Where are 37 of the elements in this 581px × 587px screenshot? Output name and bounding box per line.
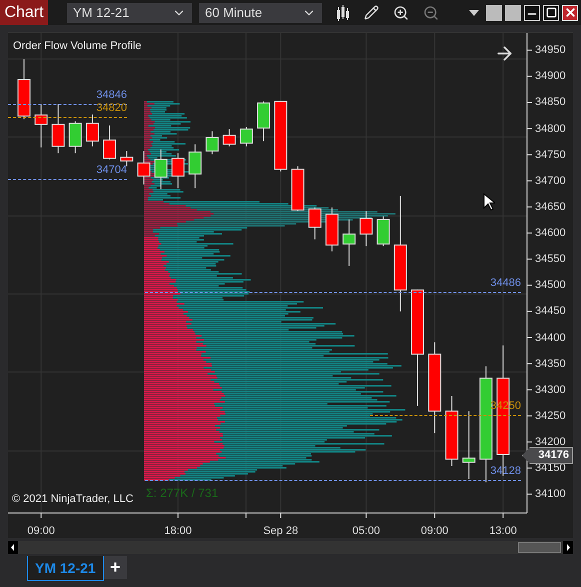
price-axis-label: 34550 <box>535 253 566 266</box>
time-axis-label: 05:00 <box>352 524 380 539</box>
price-axis-label: 34400 <box>535 332 566 344</box>
instrument-dropdown[interactable]: YM 12-21 <box>67 2 192 22</box>
time-axis-label: 09:00 <box>27 524 55 539</box>
price-level-label: 34250 <box>490 400 521 412</box>
price-axis-label: 34500 <box>535 279 566 292</box>
price-axis-label: 34850 <box>535 96 566 108</box>
price-axis-label: 34250 <box>535 410 566 422</box>
price-axis-label: 34800 <box>535 122 566 135</box>
price-level-label: 34704 <box>96 164 127 176</box>
price-level-label: 34820 <box>96 102 127 114</box>
time-axis-label: 18:00 <box>164 524 192 539</box>
price-axis-label: 34300 <box>535 384 566 396</box>
price-level-label: 34486 <box>490 277 521 289</box>
price-axis-label: 34200 <box>535 436 566 448</box>
copyright-text: © 2021 NinjaTrader, LLC <box>12 492 134 507</box>
price-axis-label: 34350 <box>535 358 566 370</box>
price-axis-label: 34100 <box>535 488 566 500</box>
price-axis-label: 34950 <box>535 44 566 56</box>
price-axis-label: 34750 <box>535 148 566 161</box>
profile-total-label: Σ: 277K / 731 <box>146 485 218 502</box>
price-axis-label: 34600 <box>535 227 566 240</box>
window-title: Chart <box>0 0 48 25</box>
price-axis-label: 34650 <box>535 200 566 213</box>
chart-tab[interactable]: YM 12-21 <box>27 556 104 581</box>
price-axis-label: 34450 <box>535 305 566 318</box>
add-tab-button[interactable]: + <box>104 556 127 579</box>
time-axis-label: 13:00 <box>489 524 517 539</box>
price-level-label: 34846 <box>96 89 127 101</box>
time-axis-label: 09:00 <box>420 524 448 539</box>
current-price-tag: 34176 <box>522 447 573 464</box>
indicator-label: Order Flow Volume Profile <box>13 39 142 54</box>
interval-dropdown[interactable]: 60 Minute <box>199 2 322 22</box>
price-axis-label: 34700 <box>535 174 566 187</box>
price-axis-label: 34900 <box>535 70 566 82</box>
time-axis-label: Sep 28 <box>263 524 298 539</box>
